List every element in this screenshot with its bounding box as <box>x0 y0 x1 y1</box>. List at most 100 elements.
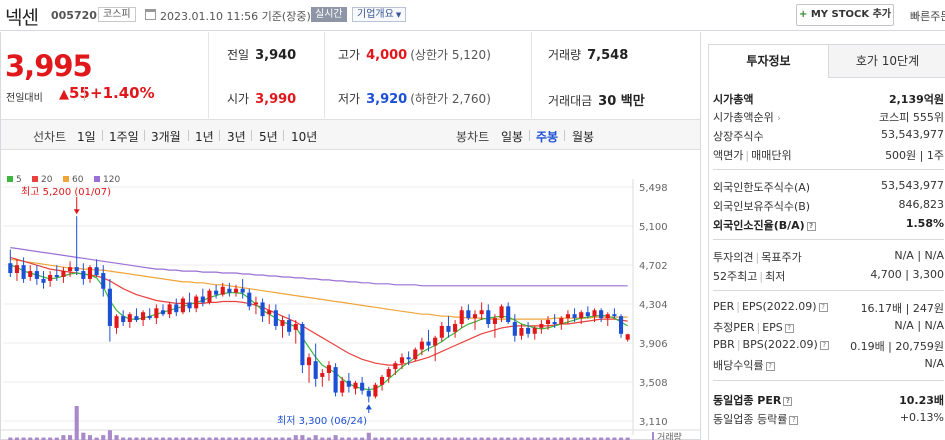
foreign-hold-value: 846,823 <box>898 198 945 211</box>
candle-body <box>87 267 93 279</box>
candle-weekly[interactable]: 주봉 <box>536 128 558 145</box>
volume-bar <box>114 435 119 440</box>
candle-body <box>194 296 199 309</box>
candle-body <box>227 288 232 293</box>
listed-shares-row: 상장주식수 53,543,977 <box>713 125 944 145</box>
stock-name: 넥센 <box>5 7 39 29</box>
candle-body <box>81 271 86 279</box>
chevron-down-icon: ▼ <box>395 11 402 19</box>
pbr-bps-value: 0.19배 | 20,759원 <box>850 340 944 353</box>
trade-value: 거래대금 30 백만 <box>548 90 645 109</box>
help-icon[interactable]: ? <box>819 340 829 350</box>
candle-body <box>160 310 166 315</box>
sector-change-row: 동일업종 등락률? +0.13% <box>713 408 944 428</box>
calendar-icon <box>145 9 156 20</box>
per-eps-row: PER | EPS(2022.09)? 16.17배 | 247원 <box>713 300 944 315</box>
period-3m[interactable]: 3개월 <box>151 128 181 145</box>
add-mystock-button[interactable]: + MY STOCK 추가 <box>796 4 894 26</box>
market-cap-rank-label: 시가총액순위 <box>713 111 774 124</box>
pbr-bps-row: PBR | BPS(2022.09)? 0.19배 | 20,759원 <box>713 338 944 353</box>
candle-body <box>532 327 537 334</box>
period-10y[interactable]: 10년 <box>291 128 317 145</box>
period-3y[interactable]: 3년 <box>227 128 246 145</box>
tab-orderbook[interactable]: 호가 10단계 <box>829 45 945 78</box>
foreign-hold-row: 외국인보유주식수(B) 846,823 <box>713 195 944 215</box>
est-per-value: N/A | N/A <box>894 319 944 332</box>
help-icon[interactable]: ? <box>784 323 794 333</box>
foreign-ratio-value: 1.58% <box>905 217 944 230</box>
candle-body <box>14 265 20 274</box>
price-change: ▲55 <box>59 84 90 102</box>
high-arrow-icon <box>73 209 80 215</box>
candle-body <box>625 334 630 340</box>
candle-body <box>466 310 471 319</box>
candle-body <box>453 323 458 332</box>
period-5y[interactable]: 5년 <box>259 128 278 145</box>
current-price: 3,995 <box>5 49 93 83</box>
volume-legend-label: 거래량 <box>657 431 682 440</box>
divider <box>713 380 944 381</box>
chart-period-toolbar: 선차트 1일 1주일 3개월 1년 3년 5년 10년 봉차트 일봉 주봉 월봉 <box>1 119 700 150</box>
dividend-value: N/A <box>924 357 944 370</box>
candle-body <box>526 327 531 334</box>
volume-legend-swatch <box>652 432 654 440</box>
candle-body <box>393 363 398 370</box>
sector-per-value: 10.23배 <box>899 394 944 407</box>
sector-per-row: 동일업종 PER? 10.23배 <box>713 389 944 409</box>
company-overview-dropdown[interactable]: 기업개요 ▼ <box>352 7 407 22</box>
divider <box>531 32 532 118</box>
candle-body <box>300 323 305 366</box>
high-value: 4,000 <box>366 48 408 63</box>
period-1y[interactable]: 1년 <box>195 128 214 145</box>
help-icon[interactable]: ? <box>765 361 775 371</box>
candle-daily[interactable]: 일봉 <box>501 128 523 145</box>
candle-body <box>605 314 610 319</box>
candle-body <box>101 273 106 289</box>
candle-body <box>313 361 318 379</box>
volume-bar <box>300 435 305 440</box>
candlestick-chart[interactable]: 5,498 5,100 4,702 4,304 3,906 3,508 3,110 5 20 60… <box>1 151 700 440</box>
y-tick-label: 5,498 <box>639 183 668 194</box>
help-icon[interactable]: ? <box>806 221 816 231</box>
dividend-label: 배당수익률 <box>713 359 764 372</box>
price-box: 3,995 전일대비 ▲55 +1.40% <box>1 32 209 118</box>
divider <box>283 130 284 141</box>
candle-body <box>492 318 497 324</box>
candle-body <box>114 316 119 328</box>
candle-body <box>280 320 285 326</box>
tab-investment-info[interactable]: 투자정보 <box>709 45 829 78</box>
candle-body <box>273 310 278 326</box>
candle-body <box>426 341 431 346</box>
listed-shares-value: 53,543,977 <box>881 128 944 141</box>
line-chart-label: 선차트 <box>33 130 67 144</box>
period-1w[interactable]: 1주일 <box>109 128 139 145</box>
help-icon[interactable]: ? <box>818 302 828 312</box>
candle-monthly[interactable]: 월봉 <box>572 128 594 145</box>
help-icon[interactable]: ? <box>783 396 793 406</box>
per-eps-value: 16.17배 | 247원 <box>860 302 944 315</box>
candle-body <box>306 357 312 366</box>
candle-body <box>220 286 225 295</box>
week52-high-label: 52주최고 <box>713 270 758 283</box>
candle-body <box>340 380 345 393</box>
candle-body <box>353 382 358 389</box>
quick-order-link[interactable]: 빠른주문 <box>910 8 945 24</box>
target-label: 목표주가 <box>761 251 802 264</box>
help-icon[interactable]: ? <box>789 415 799 425</box>
candle-body <box>68 267 73 272</box>
price-chart[interactable]: 5,498 5,100 4,702 4,304 3,906 3,508 3,110 5 20 60… <box>1 151 700 440</box>
up-triangle-icon: ▲ <box>59 87 69 102</box>
candle-body <box>200 296 205 303</box>
y-tick-label: 3,906 <box>639 339 668 350</box>
candle-body <box>48 274 53 281</box>
period-1d[interactable]: 1일 <box>77 128 96 145</box>
est-eps-label: EPS <box>762 321 783 334</box>
volume-label: 거래량 <box>548 48 582 62</box>
candle-body <box>433 337 438 346</box>
volume-bar <box>366 432 371 440</box>
candle-body <box>154 308 159 319</box>
candle-body <box>506 306 511 323</box>
realtime-button[interactable]: 실시간 <box>311 7 347 22</box>
est-per-label: 추정PER <box>713 321 755 334</box>
y-tick-label: 5,100 <box>639 222 668 233</box>
